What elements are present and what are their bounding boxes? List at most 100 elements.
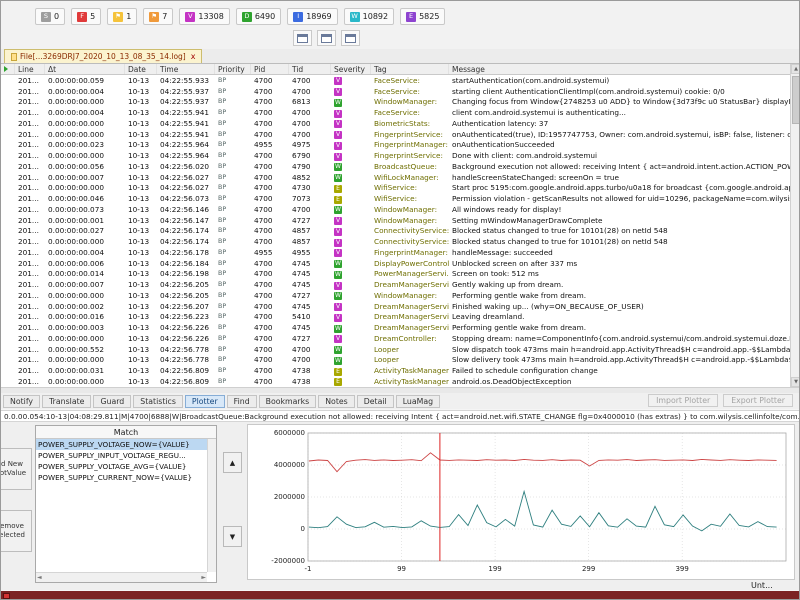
- match-list-item[interactable]: POWER_SUPPLY_INPUT_VOLTAGE_REGU...: [36, 450, 207, 461]
- x-tick-label: 99: [397, 565, 406, 573]
- log-row[interactable]: 201...0.00:00:00.00410-1304:22:55.937BP4…: [1, 86, 790, 97]
- log-row[interactable]: 201...0.00:00:00.00010-1304:22:56.778BP4…: [1, 355, 790, 366]
- log-cell: 04:22:56.027: [157, 173, 215, 182]
- log-row[interactable]: 201...0.00:00:00.01410-1304:22:56.198BP4…: [1, 269, 790, 280]
- log-cell: V: [331, 237, 371, 247]
- severity-filter-e[interactable]: E5825: [400, 8, 445, 25]
- log-cell: 201...: [15, 162, 45, 171]
- tile-windows-icon[interactable]: [293, 30, 312, 46]
- log-row[interactable]: 201...0.00:00:00.00110-1304:22:56.147BP4…: [1, 215, 790, 226]
- column-header-priority[interactable]: Priority: [215, 64, 251, 74]
- tab-luamag[interactable]: LuaMag: [396, 395, 440, 408]
- move-down-button[interactable]: ▼: [223, 526, 242, 547]
- log-cell: onAuthenticated(true), ID:1957747753, Ow…: [449, 130, 790, 139]
- tab-plotter[interactable]: Plotter: [185, 395, 225, 408]
- log-row[interactable]: 201...0.00:00:00.00210-1304:22:56.207BP4…: [1, 301, 790, 312]
- log-row[interactable]: 201...0.00:00:00.04610-1304:22:56.073BP4…: [1, 193, 790, 204]
- severity-filter-flag2[interactable]: ⚑1: [107, 8, 137, 25]
- match-list-item[interactable]: POWER_SUPPLY_CURRENT_NOW={VALUE}: [36, 472, 207, 483]
- scroll-down-icon[interactable]: ▼: [791, 377, 800, 387]
- severity-count: 6490: [255, 12, 275, 21]
- severity-badge-icon: ⚑: [149, 12, 159, 22]
- log-row[interactable]: 201...0.00:00:00.00010-1304:22:56.226BP4…: [1, 333, 790, 344]
- cascade-windows-icon[interactable]: [317, 30, 336, 46]
- tab-notes[interactable]: Notes: [318, 395, 355, 408]
- log-row[interactable]: 201...0.00:00:00.00310-1304:22:56.226BP4…: [1, 322, 790, 333]
- severity-filter-i[interactable]: I18969: [287, 8, 337, 25]
- match-list-hscrollbar[interactable]: ◄ ►: [36, 572, 207, 582]
- column-header-line[interactable]: Line: [15, 64, 45, 74]
- log-row[interactable]: 201...0.00:00:00.00410-1304:22:56.178BP4…: [1, 247, 790, 258]
- severity-filter-d[interactable]: D6490: [236, 8, 281, 25]
- severity-filter-f[interactable]: F5: [71, 8, 101, 25]
- marker-column-header[interactable]: [1, 64, 15, 74]
- import-plotter-button[interactable]: Import Plotter: [648, 394, 718, 407]
- log-row[interactable]: 201...0.00:00:00.00010-1304:22:56.174BP4…: [1, 236, 790, 247]
- column-header-severity[interactable]: Severity: [331, 64, 371, 74]
- log-row[interactable]: 201...0.00:00:00.05910-1304:22:55.933BP4…: [1, 75, 790, 86]
- log-row[interactable]: 201...0.00:00:00.00710-1304:22:56.205BP4…: [1, 279, 790, 290]
- log-row[interactable]: 201...0.00:00:00.05610-1304:22:56.020BP4…: [1, 161, 790, 172]
- column-header-message[interactable]: Message: [449, 64, 790, 74]
- export-plotter-button[interactable]: Export Plotter: [723, 394, 793, 407]
- log-row[interactable]: 201...0.00:00:00.07310-1304:22:56.146BP4…: [1, 204, 790, 215]
- tab-close-icon[interactable]: x: [191, 52, 196, 61]
- column-header-tid[interactable]: Tid: [289, 64, 331, 74]
- log-row[interactable]: 201...0.00:00:00.02710-1304:22:56.174BP4…: [1, 226, 790, 237]
- match-list-item[interactable]: POWER_SUPPLY_VOLTAGE_AVG={VALUE}: [36, 461, 207, 472]
- log-row[interactable]: 201...0.00:00:00.03110-1304:22:56.809BP4…: [1, 365, 790, 376]
- log-cell: 10-13: [125, 162, 157, 171]
- log-row[interactable]: 201...0.00:00:00.00010-1304:22:55.941BP4…: [1, 129, 790, 140]
- log-cell: starting client AuthenticationClientImpl…: [449, 87, 790, 96]
- column-header-pid[interactable]: Pid: [251, 64, 289, 74]
- tab-notify[interactable]: Notify: [3, 395, 40, 408]
- match-list: POWER_SUPPLY_VOLTAGE_NOW={VALUE}POWER_SU…: [36, 439, 207, 572]
- severity-filter-flag3[interactable]: ⚑7: [143, 8, 173, 25]
- log-row[interactable]: 201...0.00:00:00.00010-1304:22:56.027BP4…: [1, 183, 790, 194]
- tab-translate[interactable]: Translate: [42, 395, 91, 408]
- tab-detail[interactable]: Detail: [357, 395, 394, 408]
- log-table-scrollbar[interactable]: ▲ ▼: [790, 64, 800, 387]
- log-row[interactable]: 201...0.00:00:00.00010-1304:22:55.937BP4…: [1, 97, 790, 108]
- tab-guard[interactable]: Guard: [93, 395, 131, 408]
- log-row[interactable]: 201...0.00:00:00.02310-1304:22:55.964BP4…: [1, 140, 790, 151]
- severity-filter-w[interactable]: W10892: [344, 8, 394, 25]
- log-cell: 201...: [15, 226, 45, 235]
- log-row[interactable]: 201...0.00:00:00.00010-1304:22:56.205BP4…: [1, 290, 790, 301]
- column-header-date[interactable]: Date: [125, 64, 157, 74]
- log-row[interactable]: 201...0.00:00:00.00610-1304:22:56.184BP4…: [1, 258, 790, 269]
- log-viewer-window: S0 F5 ⚑1 ⚑7 V13308 D6490 I18969 W10892 E5825 Fil…: [0, 0, 800, 600]
- tab-statistics[interactable]: Statistics: [133, 395, 183, 408]
- scroll-right-icon[interactable]: ►: [201, 574, 206, 581]
- plot-area[interactable]: 6000000400000020000000-2000000-199199299…: [247, 424, 795, 580]
- tab-find[interactable]: Find: [227, 395, 257, 408]
- layout-windows-icon[interactable]: [341, 30, 360, 46]
- log-cell: 201...: [15, 248, 45, 257]
- column-header-time[interactable]: Time: [157, 64, 215, 74]
- scroll-left-icon[interactable]: ◄: [37, 574, 42, 581]
- file-tab[interactable]: File[...3269DRJ7_2020_10_13_08_35_14.log…: [4, 49, 202, 63]
- scrollbar-thumb[interactable]: [792, 76, 800, 124]
- log-row[interactable]: 201...0.00:00:00.00010-1304:22:56.809BP4…: [1, 376, 790, 387]
- match-list-vscrollbar[interactable]: [207, 439, 216, 572]
- log-row[interactable]: 201...0.00:00:00.01610-1304:22:56.223BP4…: [1, 312, 790, 323]
- log-row[interactable]: 201...0.00:00:00.00010-1304:22:55.964BP4…: [1, 150, 790, 161]
- log-row[interactable]: 201...0.00:00:00.55210-1304:22:56.778BP4…: [1, 344, 790, 355]
- log-cell: 04:22:56.809: [157, 377, 215, 386]
- remove-selected-button[interactable]: emove elected: [0, 510, 32, 552]
- x-tick-label: 199: [488, 565, 501, 573]
- add-plotvalue-button[interactable]: d New lotValue: [0, 448, 32, 490]
- scroll-up-icon[interactable]: ▲: [791, 64, 800, 74]
- log-cell: 0.00:00:00.059: [45, 76, 125, 85]
- severity-filter-v[interactable]: V13308: [179, 8, 229, 25]
- move-up-button[interactable]: ▲: [223, 452, 242, 473]
- log-row[interactable]: 201...0.00:00:00.00410-1304:22:55.941BP4…: [1, 107, 790, 118]
- tab-bookmarks[interactable]: Bookmarks: [259, 395, 317, 408]
- column-header-t[interactable]: Δt: [45, 64, 125, 74]
- severity-filter-s[interactable]: S0: [35, 8, 65, 25]
- log-row[interactable]: 201...0.00:00:00.00710-1304:22:56.027BP4…: [1, 172, 790, 183]
- severity-count: 18969: [306, 12, 331, 21]
- column-header-tag[interactable]: Tag: [371, 64, 449, 74]
- match-list-item[interactable]: POWER_SUPPLY_VOLTAGE_NOW={VALUE}: [36, 439, 207, 450]
- log-row[interactable]: 201...0.00:00:00.00010-1304:22:55.941BP4…: [1, 118, 790, 129]
